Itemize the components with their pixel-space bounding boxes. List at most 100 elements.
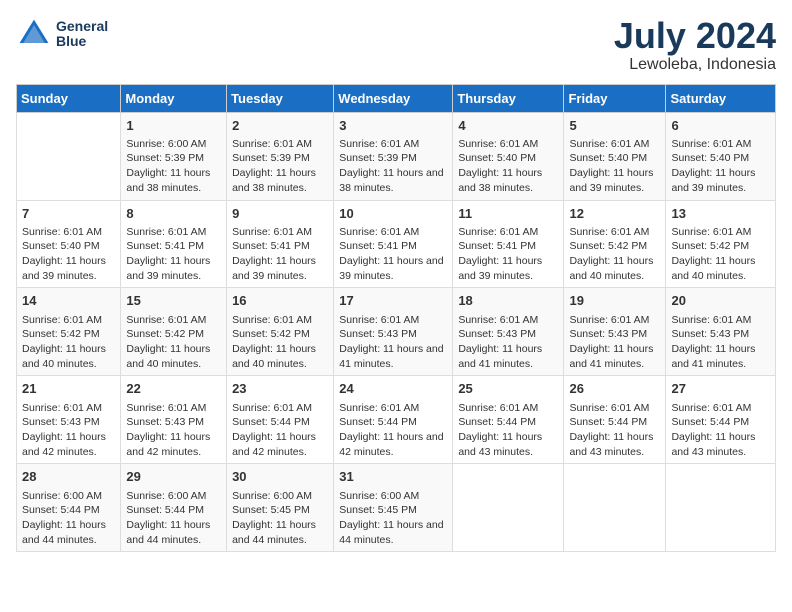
calendar-cell: 21 Sunrise: 6:01 AMSunset: 5:43 PMDayligh… (17, 376, 121, 464)
calendar-cell (17, 112, 121, 200)
day-number: 13 (671, 205, 770, 223)
calendar-cell: 1 Sunrise: 6:00 AMSunset: 5:39 PMDaylight… (121, 112, 227, 200)
day-number: 31 (339, 468, 447, 486)
header-sunday: Sunday (17, 84, 121, 112)
header-thursday: Thursday (453, 84, 564, 112)
day-number: 9 (232, 205, 328, 223)
day-number: 10 (339, 205, 447, 223)
calendar-cell: 9 Sunrise: 6:01 AMSunset: 5:41 PMDaylight… (227, 200, 334, 288)
calendar-cell: 24Sunrise: 6:01 AMSunset: 5:44 PMDayligh… (334, 376, 453, 464)
day-number: 20 (671, 292, 770, 310)
calendar-cell: 23Sunrise: 6:01 AMSunset: 5:44 PMDayligh… (227, 376, 334, 464)
day-detail: Sunrise: 6:00 AMSunset: 5:44 PMDaylight:… (22, 489, 115, 548)
calendar-cell: 30Sunrise: 6:00 AMSunset: 5:45 PMDayligh… (227, 464, 334, 552)
calendar-cell: 8 Sunrise: 6:01 AMSunset: 5:41 PMDaylight… (121, 200, 227, 288)
day-detail: Sunrise: 6:01 AMSunset: 5:39 PMDaylight:… (232, 137, 328, 196)
calendar-header-row: SundayMondayTuesdayWednesdayThursdayFrid… (17, 84, 776, 112)
logo-icon (16, 16, 52, 52)
day-number: 11 (458, 205, 558, 223)
calendar-table: SundayMondayTuesdayWednesdayThursdayFrid… (16, 84, 776, 553)
calendar-week-row: 14Sunrise: 6:01 AMSunset: 5:42 PMDayligh… (17, 288, 776, 376)
calendar-cell: 5Sunrise: 6:01 AMSunset: 5:40 PMDaylight… (564, 112, 666, 200)
day-detail: Sunrise: 6:00 AMSunset: 5:45 PMDaylight:… (339, 489, 447, 548)
day-detail: Sunrise: 6:01 AMSunset: 5:42 PMDaylight:… (569, 225, 660, 284)
day-detail: Sunrise: 6:01 AMSunset: 5:40 PMDaylight:… (671, 137, 770, 196)
day-detail: Sunrise: 6:01 AMSunset: 5:43 PMDaylight:… (339, 313, 447, 372)
day-number: 25 (458, 380, 558, 398)
calendar-cell: 11 Sunrise: 6:01 AMSunset: 5:41 PMDayligh… (453, 200, 564, 288)
day-detail: Sunrise: 6:00 AMSunset: 5:39 PMDaylight:… (126, 137, 221, 196)
day-number: 4 (458, 117, 558, 135)
calendar-cell: 29 Sunrise: 6:00 AMSunset: 5:44 PMDayligh… (121, 464, 227, 552)
day-detail: Sunrise: 6:01 AMSunset: 5:42 PMDaylight:… (126, 313, 221, 372)
day-number: 29 (126, 468, 221, 486)
logo: General Blue (16, 16, 108, 52)
day-number: 30 (232, 468, 328, 486)
calendar-cell: 7Sunrise: 6:01 AMSunset: 5:40 PMDaylight… (17, 200, 121, 288)
day-detail: Sunrise: 6:01 AMSunset: 5:40 PMDaylight:… (22, 225, 115, 284)
day-detail: Sunrise: 6:01 AMSunset: 5:43 PMDaylight:… (569, 313, 660, 372)
day-number: 12 (569, 205, 660, 223)
calendar-cell: 12 Sunrise: 6:01 AMSunset: 5:42 PMDayligh… (564, 200, 666, 288)
calendar-cell: 18Sunrise: 6:01 AMSunset: 5:43 PMDayligh… (453, 288, 564, 376)
day-number: 6 (671, 117, 770, 135)
day-number: 15 (126, 292, 221, 310)
day-number: 22 (126, 380, 221, 398)
day-number: 18 (458, 292, 558, 310)
calendar-cell: 27 Sunrise: 6:01 AMSunset: 5:44 PMDayligh… (666, 376, 776, 464)
header-wednesday: Wednesday (334, 84, 453, 112)
day-number: 28 (22, 468, 115, 486)
calendar-cell: 10 Sunrise: 6:01 AMSunset: 5:41 PMDayligh… (334, 200, 453, 288)
logo-line1: General (56, 19, 108, 34)
calendar-cell: 25Sunrise: 6:01 AMSunset: 5:44 PMDayligh… (453, 376, 564, 464)
day-detail: Sunrise: 6:01 AMSunset: 5:44 PMDaylight:… (232, 401, 328, 460)
day-detail: Sunrise: 6:01 AMSunset: 5:41 PMDaylight:… (126, 225, 221, 284)
calendar-week-row: 7Sunrise: 6:01 AMSunset: 5:40 PMDaylight… (17, 200, 776, 288)
day-detail: Sunrise: 6:01 AMSunset: 5:42 PMDaylight:… (232, 313, 328, 372)
day-number: 8 (126, 205, 221, 223)
day-number: 21 (22, 380, 115, 398)
day-detail: Sunrise: 6:01 AMSunset: 5:40 PMDaylight:… (458, 137, 558, 196)
calendar-cell: 6 Sunrise: 6:01 AMSunset: 5:40 PMDaylight… (666, 112, 776, 200)
day-number: 3 (339, 117, 447, 135)
day-number: 26 (569, 380, 660, 398)
day-detail: Sunrise: 6:01 AMSunset: 5:43 PMDaylight:… (126, 401, 221, 460)
day-number: 16 (232, 292, 328, 310)
day-detail: Sunrise: 6:01 AMSunset: 5:39 PMDaylight:… (339, 137, 447, 196)
calendar-cell: 20Sunrise: 6:01 AMSunset: 5:43 PMDayligh… (666, 288, 776, 376)
day-number: 17 (339, 292, 447, 310)
calendar-week-row: 1 Sunrise: 6:00 AMSunset: 5:39 PMDaylight… (17, 112, 776, 200)
calendar-week-row: 21 Sunrise: 6:01 AMSunset: 5:43 PMDayligh… (17, 376, 776, 464)
calendar-cell: 2 Sunrise: 6:01 AMSunset: 5:39 PMDaylight… (227, 112, 334, 200)
day-detail: Sunrise: 6:01 AMSunset: 5:41 PMDaylight:… (339, 225, 447, 284)
day-detail: Sunrise: 6:01 AMSunset: 5:40 PMDaylight:… (569, 137, 660, 196)
day-number: 1 (126, 117, 221, 135)
day-detail: Sunrise: 6:01 AMSunset: 5:44 PMDaylight:… (671, 401, 770, 460)
calendar-cell: 3 Sunrise: 6:01 AMSunset: 5:39 PMDaylight… (334, 112, 453, 200)
calendar-cell (453, 464, 564, 552)
header-monday: Monday (121, 84, 227, 112)
calendar-cell: 22 Sunrise: 6:01 AMSunset: 5:43 PMDayligh… (121, 376, 227, 464)
day-number: 24 (339, 380, 447, 398)
calendar-cell: 4 Sunrise: 6:01 AMSunset: 5:40 PMDaylight… (453, 112, 564, 200)
main-title: July 2024 (614, 16, 776, 56)
calendar-cell: 14Sunrise: 6:01 AMSunset: 5:42 PMDayligh… (17, 288, 121, 376)
day-detail: Sunrise: 6:01 AMSunset: 5:41 PMDaylight:… (232, 225, 328, 284)
calendar-cell (666, 464, 776, 552)
day-detail: Sunrise: 6:01 AMSunset: 5:44 PMDaylight:… (569, 401, 660, 460)
calendar-cell: 28 Sunrise: 6:00 AMSunset: 5:44 PMDayligh… (17, 464, 121, 552)
day-detail: Sunrise: 6:01 AMSunset: 5:41 PMDaylight:… (458, 225, 558, 284)
calendar-cell: 17 Sunrise: 6:01 AMSunset: 5:43 PMDayligh… (334, 288, 453, 376)
subtitle: Lewoleba, Indonesia (614, 56, 776, 74)
calendar-cell: 19 Sunrise: 6:01 AMSunset: 5:43 PMDayligh… (564, 288, 666, 376)
calendar-week-row: 28 Sunrise: 6:00 AMSunset: 5:44 PMDayligh… (17, 464, 776, 552)
calendar-cell: 13Sunrise: 6:01 AMSunset: 5:42 PMDayligh… (666, 200, 776, 288)
day-detail: Sunrise: 6:00 AMSunset: 5:44 PMDaylight:… (126, 489, 221, 548)
day-detail: Sunrise: 6:01 AMSunset: 5:43 PMDaylight:… (22, 401, 115, 460)
day-number: 19 (569, 292, 660, 310)
header: General Blue July 2024 Lewoleba, Indones… (16, 16, 776, 74)
day-number: 2 (232, 117, 328, 135)
logo-line2: Blue (56, 34, 108, 49)
calendar-cell: 31 Sunrise: 6:00 AMSunset: 5:45 PMDayligh… (334, 464, 453, 552)
day-number: 27 (671, 380, 770, 398)
